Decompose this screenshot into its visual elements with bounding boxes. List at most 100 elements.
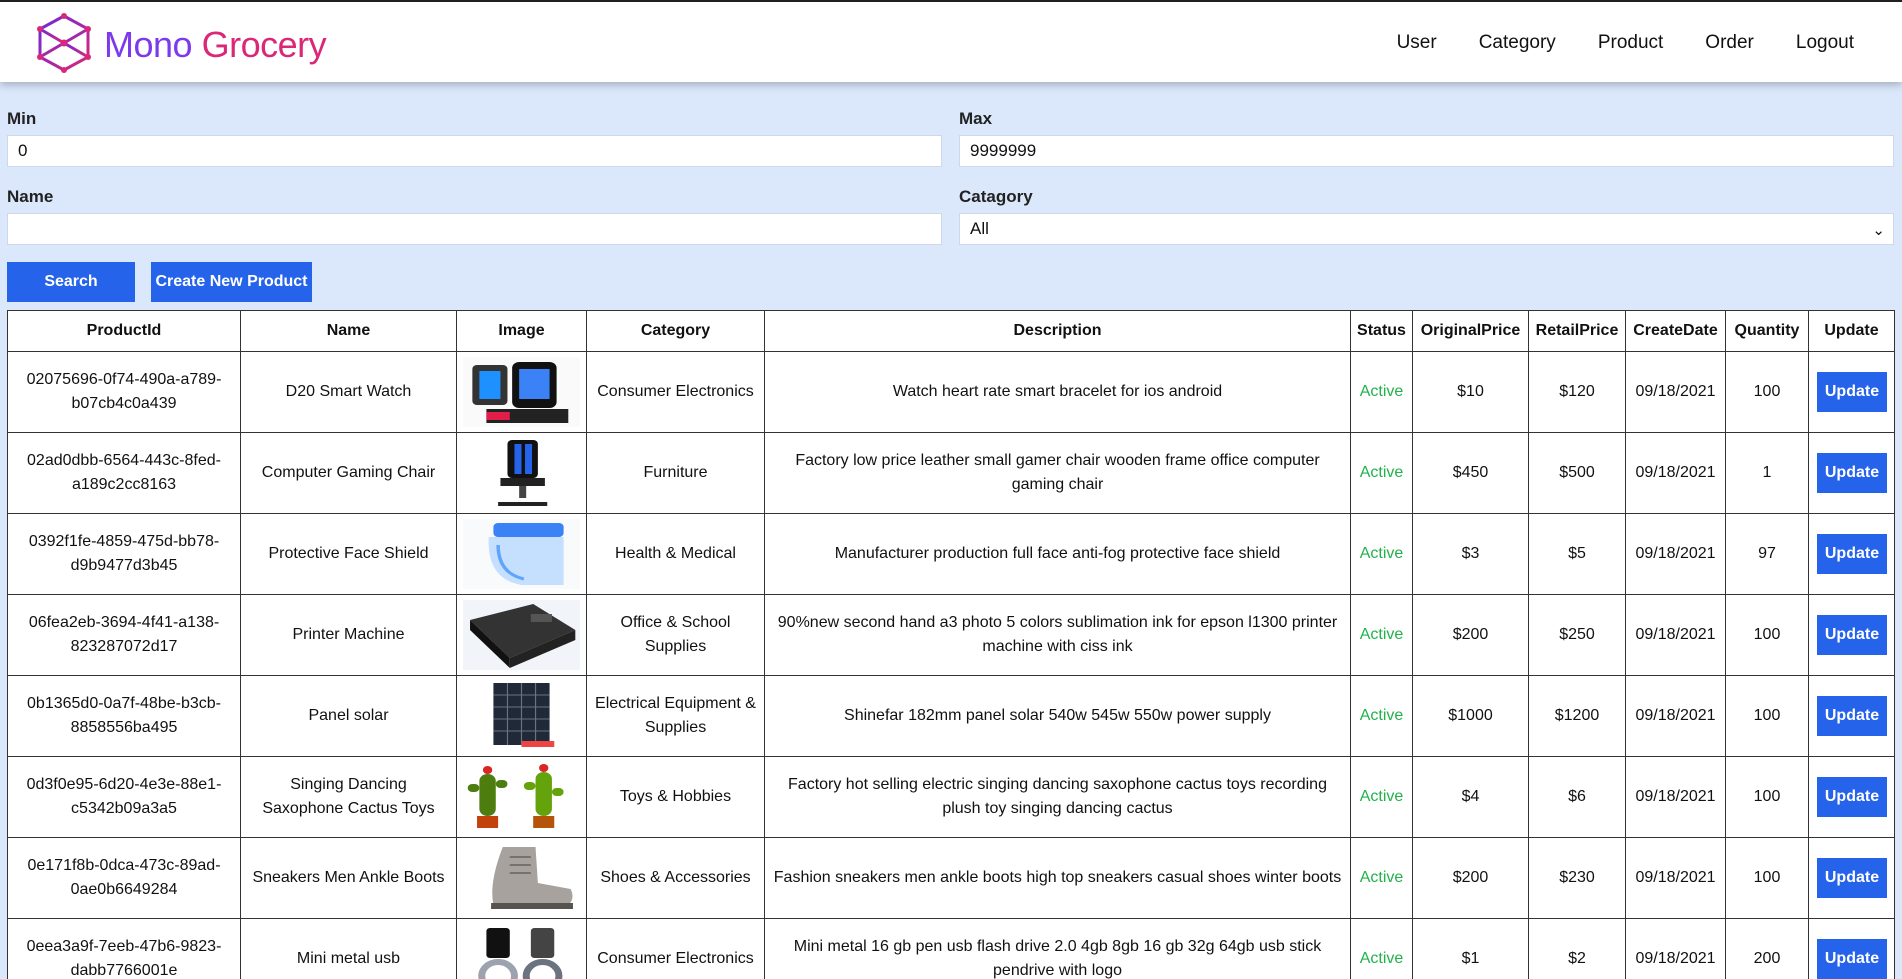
gaming-chair-image xyxy=(463,438,580,508)
product-image-cell xyxy=(456,513,587,595)
cactus-toys-image xyxy=(463,762,580,832)
create-product-button[interactable]: Create New Product xyxy=(151,262,312,302)
retail-price-cell: $1200 xyxy=(1528,675,1626,757)
original-price-cell: $4 xyxy=(1412,756,1529,838)
brand-name[interactable]: Mono Grocery xyxy=(104,24,327,66)
solar-panel-image xyxy=(463,681,580,751)
face-shield-image xyxy=(463,519,580,589)
product-id-cell: 06fea2eb-3694-4f41-a138-823287072d17 xyxy=(7,594,241,676)
table-row: 0e171f8b-0dca-473c-89ad-0ae0b6649284 Snea… xyxy=(7,837,1895,919)
product-id-cell: 02075696-0f74-490a-a789-b07cb4c0a439 xyxy=(7,351,241,433)
table-row: 02ad0dbb-6564-443c-8fed-a189c2cc8163 Comp… xyxy=(7,432,1895,514)
header-name[interactable]: Name xyxy=(240,310,457,352)
nav-category[interactable]: Category xyxy=(1479,32,1556,54)
product-name-cell: Mini metal usb xyxy=(240,918,457,979)
product-status-cell: Active xyxy=(1350,513,1413,595)
header-update[interactable]: Update xyxy=(1808,310,1895,352)
max-input[interactable] xyxy=(959,135,1894,167)
update-cell: Update xyxy=(1808,675,1895,757)
quantity-cell: 100 xyxy=(1725,594,1809,676)
product-description-cell: Fashion sneakers men ankle boots high to… xyxy=(764,837,1351,919)
original-price-cell: $200 xyxy=(1412,594,1529,676)
product-image-cell xyxy=(456,756,587,838)
product-name-cell: Sneakers Men Ankle Boots xyxy=(240,837,457,919)
category-select[interactable]: All ⌄ xyxy=(959,213,1894,245)
usb-drive-image xyxy=(463,924,580,979)
retail-price-cell: $6 xyxy=(1528,756,1626,838)
header-image[interactable]: Image xyxy=(456,310,587,352)
product-image-cell xyxy=(456,351,587,433)
nav-product[interactable]: Product xyxy=(1598,32,1663,54)
update-button[interactable]: Update xyxy=(1817,615,1887,655)
chevron-down-icon: ⌄ xyxy=(1872,222,1885,239)
retail-price-cell: $250 xyxy=(1528,594,1626,676)
product-category-cell: Consumer Electronics xyxy=(586,918,765,979)
product-id-cell: 0e171f8b-0dca-473c-89ad-0ae0b6649284 xyxy=(7,837,241,919)
table-row: 06fea2eb-3694-4f41-a138-823287072d17 Prin… xyxy=(7,594,1895,676)
nav-logout[interactable]: Logout xyxy=(1796,32,1854,54)
create-date-cell: 09/18/2021 xyxy=(1625,351,1726,433)
min-input[interactable] xyxy=(7,135,942,167)
cube-logo-icon[interactable] xyxy=(36,13,92,73)
header-create-date[interactable]: CreateDate xyxy=(1625,310,1726,352)
navbar: Mono Grocery User Category Product Order… xyxy=(0,2,1902,82)
table-row: 0d3f0e95-6d20-4e3e-88e1-c5342b09a3a5 Sing… xyxy=(7,756,1895,838)
product-image-cell xyxy=(456,594,587,676)
brand-part-2: Grocery xyxy=(201,24,327,65)
product-description-cell: Mini metal 16 gb pen usb flash drive 2.0… xyxy=(764,918,1351,979)
original-price-cell: $3 xyxy=(1412,513,1529,595)
nav-order[interactable]: Order xyxy=(1705,32,1754,54)
main-nav: User Category Product Order Logout xyxy=(1397,32,1854,54)
header-category[interactable]: Category xyxy=(586,310,765,352)
create-date-cell: 09/18/2021 xyxy=(1625,918,1726,979)
table-row: 0eea3a9f-7eeb-47b6-9823-dabb7766001e Mini… xyxy=(7,918,1895,979)
product-name-cell: Panel solar xyxy=(240,675,457,757)
retail-price-cell: $500 xyxy=(1528,432,1626,514)
header-product-id[interactable]: ProductId xyxy=(7,310,241,352)
update-button[interactable]: Update xyxy=(1817,453,1887,493)
header-description[interactable]: Description xyxy=(764,310,1351,352)
update-button[interactable]: Update xyxy=(1817,939,1887,979)
product-status-cell: Active xyxy=(1350,351,1413,433)
update-cell: Update xyxy=(1808,432,1895,514)
retail-price-cell: $2 xyxy=(1528,918,1626,979)
product-description-cell: 90%new second hand a3 photo 5 colors sub… xyxy=(764,594,1351,676)
header-status[interactable]: Status xyxy=(1350,310,1413,352)
original-price-cell: $200 xyxy=(1412,837,1529,919)
update-button[interactable]: Update xyxy=(1817,777,1887,817)
retail-price-cell: $5 xyxy=(1528,513,1626,595)
table-header-row: ProductId Name Image Category Descriptio… xyxy=(7,310,1895,352)
boots-image xyxy=(463,843,580,913)
name-label: Name xyxy=(7,187,54,206)
header-quantity[interactable]: Quantity xyxy=(1725,310,1809,352)
quantity-cell: 100 xyxy=(1725,351,1809,433)
update-cell: Update xyxy=(1808,756,1895,838)
create-date-cell: 09/18/2021 xyxy=(1625,432,1726,514)
product-name-cell: Singing Dancing Saxophone Cactus Toys xyxy=(240,756,457,838)
product-name-cell: Protective Face Shield xyxy=(240,513,457,595)
smartwatch-image xyxy=(463,357,580,427)
product-category-cell: Toys & Hobbies xyxy=(586,756,765,838)
quantity-cell: 100 xyxy=(1725,756,1809,838)
retail-price-cell: $230 xyxy=(1528,837,1626,919)
product-id-cell: 02ad0dbb-6564-443c-8fed-a189c2cc8163 xyxy=(7,432,241,514)
update-button[interactable]: Update xyxy=(1817,372,1887,412)
category-select-value: All xyxy=(970,219,989,238)
product-description-cell: Factory hot selling electric singing dan… xyxy=(764,756,1351,838)
max-label: Max xyxy=(959,109,993,128)
product-category-cell: Office & School Supplies xyxy=(586,594,765,676)
create-date-cell: 09/18/2021 xyxy=(1625,513,1726,595)
update-button[interactable]: Update xyxy=(1817,696,1887,736)
header-retail-price[interactable]: RetailPrice xyxy=(1528,310,1626,352)
product-id-cell: 0eea3a9f-7eeb-47b6-9823-dabb7766001e xyxy=(7,918,241,979)
update-button[interactable]: Update xyxy=(1817,534,1887,574)
name-input[interactable] xyxy=(7,213,942,245)
quantity-cell: 97 xyxy=(1725,513,1809,595)
update-button[interactable]: Update xyxy=(1817,858,1887,898)
product-category-cell: Furniture xyxy=(586,432,765,514)
product-id-cell: 0392f1fe-4859-475d-bb78-d9b9477d3b45 xyxy=(7,513,241,595)
nav-user[interactable]: User xyxy=(1397,32,1437,54)
search-button[interactable]: Search xyxy=(7,262,135,302)
header-original-price[interactable]: OriginalPrice xyxy=(1412,310,1529,352)
product-image-cell xyxy=(456,675,587,757)
